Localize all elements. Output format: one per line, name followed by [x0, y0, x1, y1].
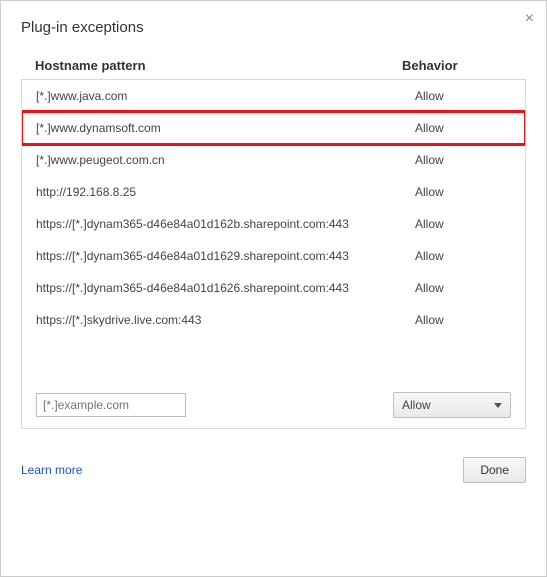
exception-hostname: https://[*.]dynam365-d46e84a01d1626.shar… [36, 281, 415, 295]
exception-hostname: https://[*.]dynam365-d46e84a01d1629.shar… [36, 249, 415, 263]
dialog-title: Plug-in exceptions [21, 19, 526, 36]
exception-row[interactable]: [*.]www.java.comAllow [22, 80, 525, 112]
dialog-footer: Learn more Done [21, 457, 526, 483]
exception-hostname: https://[*.]dynam365-d46e84a01d162b.shar… [36, 217, 415, 231]
exception-behavior: Allow [415, 153, 511, 167]
exception-row[interactable]: https://[*.]dynam365-d46e84a01d162b.shar… [22, 208, 525, 240]
exception-behavior: Allow [415, 249, 511, 263]
exception-row[interactable]: https://[*.]dynam365-d46e84a01d1629.shar… [22, 240, 525, 272]
add-exception-row: Allow [22, 382, 525, 428]
hostname-input[interactable] [36, 393, 186, 417]
exception-behavior: Allow [415, 217, 511, 231]
behavior-header: Behavior [402, 58, 512, 73]
exception-hostname: https://[*.]skydrive.live.com:443 [36, 313, 415, 327]
exception-hostname: [*.]www.java.com [36, 89, 415, 103]
exceptions-list: [*.]www.java.comAllow[*.]www.dynamsoft.c… [21, 79, 526, 429]
exception-behavior: Allow [415, 121, 511, 135]
behavior-select[interactable]: Allow [393, 392, 511, 418]
done-button[interactable]: Done [463, 457, 526, 483]
learn-more-link[interactable]: Learn more [21, 463, 82, 477]
exception-behavior: Allow [415, 185, 511, 199]
behavior-select-label: Allow [402, 398, 494, 412]
exception-hostname: http://192.168.8.25 [36, 185, 415, 199]
exception-behavior: Allow [415, 313, 511, 327]
exception-hostname: [*.]www.peugeot.com.cn [36, 153, 415, 167]
column-headers: Hostname pattern Behavior [21, 58, 526, 79]
close-icon[interactable]: × [525, 11, 534, 27]
exception-row[interactable]: [*.]www.dynamsoft.comAllow [22, 112, 525, 144]
exception-row[interactable]: https://[*.]dynam365-d46e84a01d1626.shar… [22, 272, 525, 304]
hostname-header: Hostname pattern [35, 58, 402, 73]
exception-row[interactable]: http://192.168.8.25Allow [22, 176, 525, 208]
rows-container: [*.]www.java.comAllow[*.]www.dynamsoft.c… [22, 80, 525, 336]
chevron-down-icon [494, 403, 502, 408]
exception-row[interactable]: https://[*.]skydrive.live.com:443Allow [22, 304, 525, 336]
exception-row[interactable]: [*.]www.peugeot.com.cnAllow [22, 144, 525, 176]
plugin-exceptions-dialog: × Plug-in exceptions Hostname pattern Be… [0, 0, 547, 577]
exception-behavior: Allow [415, 89, 511, 103]
exception-hostname: [*.]www.dynamsoft.com [36, 121, 415, 135]
exception-behavior: Allow [415, 281, 511, 295]
